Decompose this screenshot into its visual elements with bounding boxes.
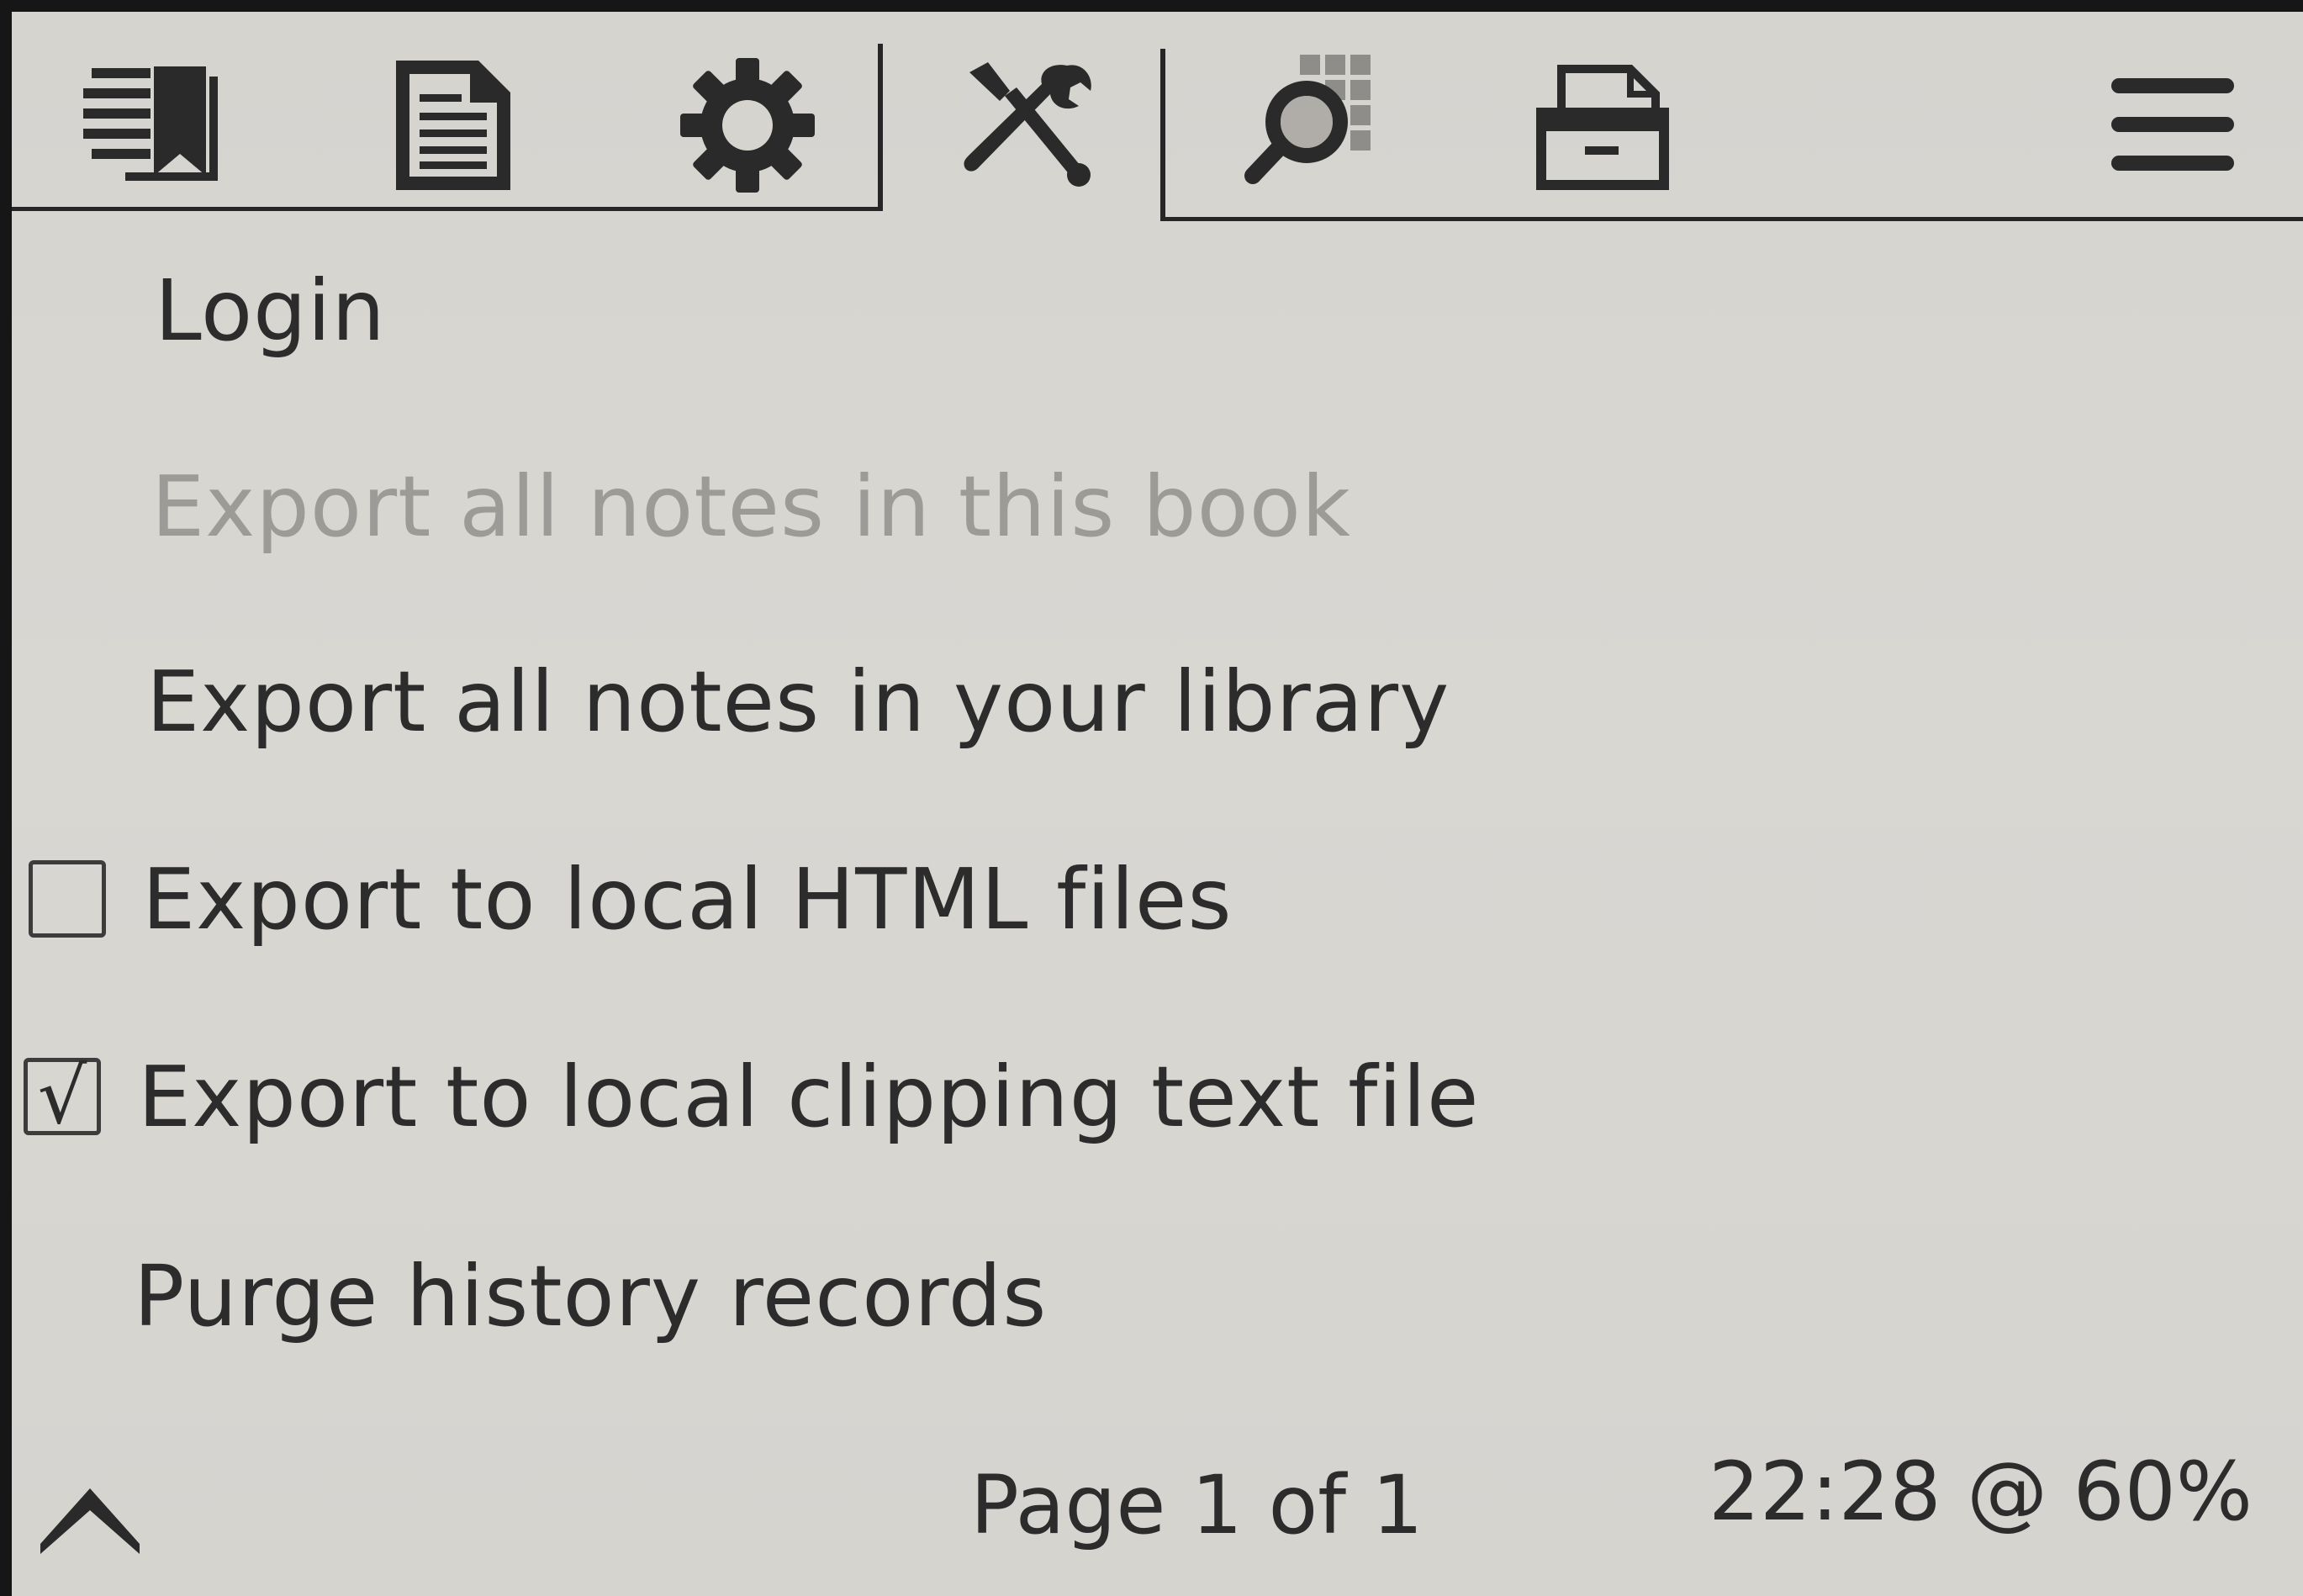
- tab-document[interactable]: [361, 37, 546, 214]
- search-icon: [1244, 55, 1371, 184]
- tab-main-menu[interactable]: [2089, 37, 2257, 214]
- chevron-up-icon[interactable]: [35, 1463, 145, 1559]
- active-tab-left-edge: [878, 44, 883, 211]
- page-indicator: Page 1 of 1: [970, 1458, 1424, 1552]
- cabinet-icon: [1536, 65, 1669, 190]
- menu-item-label: Export to local HTML files: [142, 849, 1233, 949]
- tab-search[interactable]: [1223, 37, 1408, 214]
- menu-item-export-book-notes: Export all notes in this book: [12, 422, 2303, 590]
- menu-item-export-clipping[interactable]: √ Export to local clipping text file: [12, 1012, 2303, 1181]
- document-icon: [396, 61, 510, 190]
- menu-item-label: Export all notes in this book: [151, 457, 1351, 556]
- tab-bar-divider-right: [1162, 217, 2303, 221]
- active-tab-right-edge: [1160, 49, 1165, 221]
- status-footer: Page 1 of 1 22:28 @ 60%: [12, 1424, 2303, 1596]
- menu-item-export-html[interactable]: Export to local HTML files: [12, 815, 2303, 983]
- menu-item-export-library-notes[interactable]: Export all notes in your library: [12, 617, 2303, 785]
- ereader-screen: Login Export all notes in this book Expo…: [12, 12, 2303, 1596]
- export-html-checkbox[interactable]: [29, 860, 106, 938]
- menu-item-label: Export all notes in your library: [146, 652, 1450, 751]
- menu-item-label: Purge history records: [134, 1246, 1048, 1345]
- gear-icon: [680, 58, 815, 193]
- top-tab-bar: [12, 12, 2303, 230]
- tab-tools[interactable]: [937, 37, 1122, 214]
- export-clipping-checkbox[interactable]: √: [24, 1058, 101, 1135]
- tab-file-manager[interactable]: [1508, 37, 1693, 214]
- tools-icon: [964, 62, 1091, 187]
- tab-settings[interactable]: [655, 37, 840, 214]
- hamburger-menu-icon: [2111, 78, 2234, 171]
- menu-item-login[interactable]: Login: [12, 226, 2303, 394]
- menu-item-label: Export to local clipping text file: [138, 1047, 1480, 1146]
- menu-item-purge-history[interactable]: Purge history records: [12, 1212, 2303, 1380]
- bookmark-list-icon: [83, 66, 218, 181]
- menu-item-label: Login: [155, 261, 386, 360]
- time-battery-status: 22:28 @ 60%: [1708, 1445, 2253, 1539]
- tab-bookmarks[interactable]: [62, 37, 247, 214]
